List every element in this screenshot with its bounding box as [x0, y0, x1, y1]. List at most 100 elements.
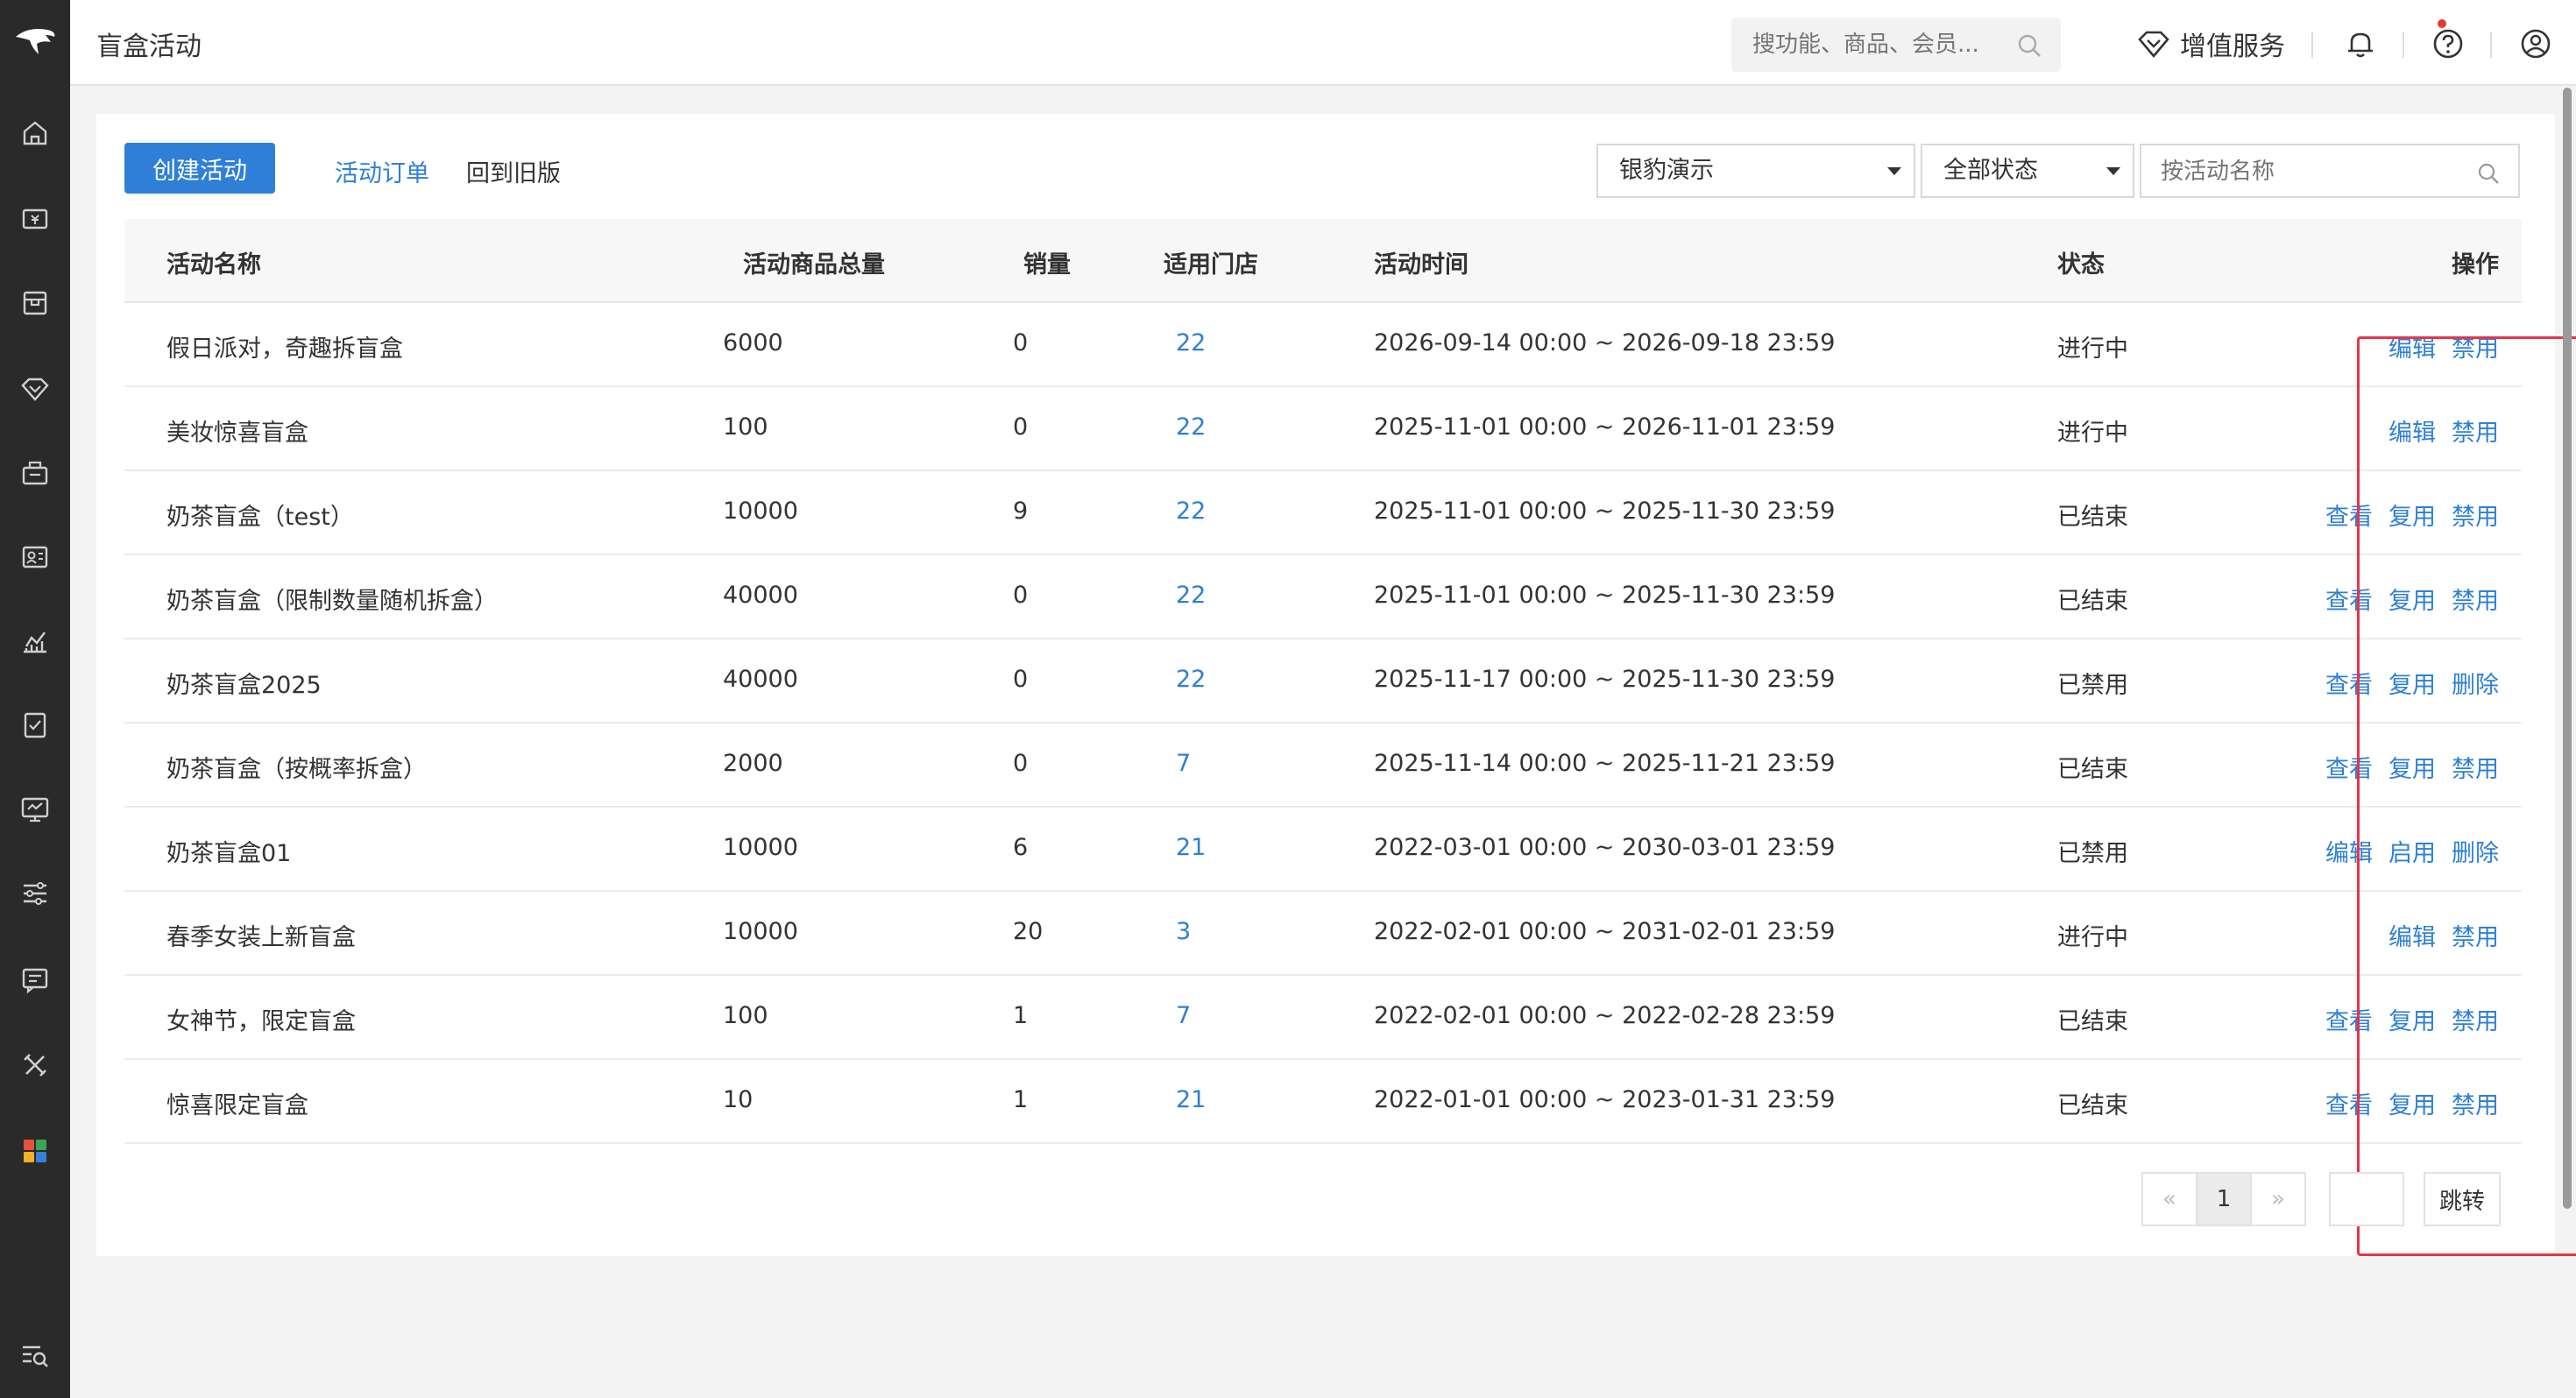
- cell-name: 美妆惊喜盲盒: [166, 420, 308, 447]
- pagination-page-current[interactable]: 1: [2196, 1172, 2252, 1226]
- row-action-link[interactable]: 编辑: [2325, 834, 2373, 868]
- cell-total: 100: [723, 1002, 768, 1029]
- help-icon[interactable]: [2431, 26, 2466, 61]
- menu-search-icon[interactable]: [18, 1338, 53, 1373]
- message-icon[interactable]: [18, 962, 53, 997]
- cell-stores[interactable]: 3: [1176, 918, 1191, 945]
- cell-time: 2026-09-14 00:00 ~ 2026-09-18 23:59: [1374, 329, 1836, 357]
- marketing-icon[interactable]: [18, 455, 53, 491]
- row-action-link[interactable]: 禁用: [2452, 329, 2499, 364]
- column-header-total: 活动商品总量: [743, 251, 885, 279]
- cell-total: 6000: [723, 329, 783, 357]
- activity-name-input[interactable]: [2161, 156, 2476, 187]
- old-version-link[interactable]: 回到旧版: [466, 154, 561, 188]
- cell-name: 奶茶盲盒01: [166, 840, 292, 867]
- bell-icon[interactable]: [2343, 26, 2378, 61]
- device-icon[interactable]: [18, 792, 53, 827]
- row-action-link[interactable]: 复用: [2388, 498, 2436, 532]
- row-action-link[interactable]: 复用: [2388, 582, 2436, 616]
- cell-stores[interactable]: 22: [1176, 413, 1206, 441]
- row-action-link[interactable]: 禁用: [2452, 1086, 2499, 1120]
- cell-stores[interactable]: 22: [1176, 498, 1206, 525]
- header-divider: [2311, 32, 2313, 58]
- cell-time: 2025-11-01 00:00 ~ 2025-11-30 23:59: [1374, 498, 1836, 525]
- table-row: 奶茶盲盒（按概率拆盒） 2000 0 7 2025-11-14 00:00 ~ 2025…: [124, 724, 2522, 808]
- staff-icon[interactable]: [18, 540, 53, 575]
- cell-stores[interactable]: 22: [1176, 582, 1206, 609]
- apps-grid-icon[interactable]: [18, 1133, 53, 1169]
- row-action-link[interactable]: 禁用: [2452, 1002, 2499, 1036]
- row-action-link[interactable]: 复用: [2388, 1086, 2436, 1120]
- settings-sliders-icon[interactable]: [18, 876, 53, 911]
- row-action-link[interactable]: 复用: [2388, 750, 2436, 784]
- cashier-icon[interactable]: [18, 201, 53, 237]
- row-action-link[interactable]: 禁用: [2452, 498, 2499, 532]
- cell-status: 已结束: [2057, 1092, 2128, 1119]
- cell-sales: 9: [1013, 498, 1029, 525]
- table-row: 假日派对，奇趣拆盲盒 6000 0 22 2026-09-14 00:00 ~ 2026…: [124, 303, 2522, 387]
- search-icon[interactable]: [2015, 32, 2043, 60]
- cell-status: 已结束: [2057, 756, 2128, 783]
- row-action-link[interactable]: 查看: [2325, 498, 2373, 532]
- row-action-link[interactable]: 编辑: [2388, 413, 2436, 448]
- table-row: 女神节，限定盲盒 100 1 7 2022-02-01 00:00 ~ 2022-02-…: [124, 976, 2522, 1060]
- cell-stores[interactable]: 21: [1176, 1086, 1206, 1113]
- report-icon[interactable]: [18, 624, 53, 659]
- row-actions: 编辑 禁用: [2388, 329, 2499, 364]
- cell-name: 奶茶盲盒（test）: [166, 504, 354, 531]
- column-header-time: 活动时间: [1374, 251, 1468, 279]
- table-row: 奶茶盲盒（限制数量随机拆盒） 40000 0 22 2025-11-01 00:00 ~…: [124, 555, 2522, 639]
- row-action-link[interactable]: 禁用: [2452, 413, 2499, 448]
- member-icon[interactable]: [18, 371, 53, 406]
- page-jump-input[interactable]: [2329, 1172, 2404, 1226]
- row-action-link[interactable]: 编辑: [2388, 918, 2436, 952]
- row-action-link[interactable]: 查看: [2325, 1086, 2373, 1120]
- value-added-service-label: 增值服务: [2180, 32, 2285, 62]
- cell-name: 假日派对，奇趣拆盲盒: [166, 335, 403, 363]
- global-search-input[interactable]: [1752, 28, 2006, 61]
- app-logo-icon[interactable]: [0, 0, 70, 84]
- row-action-link[interactable]: 禁用: [2452, 918, 2499, 952]
- pagination-next[interactable]: »: [2250, 1172, 2306, 1226]
- row-action-link[interactable]: 查看: [2325, 750, 2373, 784]
- cell-stores[interactable]: 7: [1176, 1002, 1191, 1029]
- pagination-prev[interactable]: «: [2141, 1172, 2197, 1226]
- page-jump-button[interactable]: 跳转: [2424, 1172, 2501, 1226]
- activity-name-search[interactable]: [2140, 144, 2520, 198]
- cell-stores[interactable]: 21: [1176, 834, 1206, 861]
- status-select-value: 全部状态: [1943, 157, 2038, 184]
- search-icon[interactable]: [2476, 161, 2501, 186]
- row-actions: 查看 复用 禁用: [2325, 1002, 2499, 1036]
- row-action-link[interactable]: 查看: [2325, 1002, 2373, 1036]
- cell-total: 2000: [723, 750, 783, 777]
- column-header-actions: 操作: [2452, 251, 2499, 279]
- cell-stores[interactable]: 22: [1176, 666, 1206, 693]
- row-action-link[interactable]: 删除: [2452, 834, 2499, 868]
- tools-icon[interactable]: [18, 1048, 53, 1083]
- status-select[interactable]: 全部状态: [1921, 144, 2134, 198]
- row-action-link[interactable]: 复用: [2388, 1002, 2436, 1036]
- cell-status: 已禁用: [2057, 672, 2128, 699]
- vertical-scrollbar[interactable]: [2563, 88, 2572, 1209]
- row-action-link[interactable]: 删除: [2452, 666, 2499, 700]
- user-account-icon[interactable]: [2518, 26, 2553, 61]
- row-action-link[interactable]: 启用: [2388, 834, 2436, 868]
- inventory-icon[interactable]: [18, 708, 53, 743]
- row-action-link[interactable]: 查看: [2325, 582, 2373, 616]
- activity-orders-link[interactable]: 活动订单: [335, 154, 429, 188]
- value-added-service-button[interactable]: 增值服务: [2136, 25, 2285, 63]
- product-icon[interactable]: [18, 286, 53, 321]
- row-action-link[interactable]: 禁用: [2452, 750, 2499, 784]
- row-action-link[interactable]: 查看: [2325, 666, 2373, 700]
- row-action-link[interactable]: 禁用: [2452, 582, 2499, 616]
- row-action-link[interactable]: 复用: [2388, 666, 2436, 700]
- create-activity-button[interactable]: 创建活动: [124, 143, 275, 194]
- home-icon[interactable]: [18, 116, 53, 151]
- cell-stores[interactable]: 22: [1176, 329, 1206, 357]
- row-action-link[interactable]: 编辑: [2388, 329, 2436, 364]
- global-search[interactable]: [1731, 18, 2061, 72]
- cell-stores[interactable]: 7: [1176, 750, 1191, 777]
- table-row: 春季女装上新盲盒 10000 20 3 2022-02-01 00:00 ~ 2031-…: [124, 892, 2522, 976]
- cell-time: 2025-11-01 00:00 ~ 2026-11-01 23:59: [1374, 413, 1836, 441]
- store-select[interactable]: 银豹演示: [1596, 144, 1915, 198]
